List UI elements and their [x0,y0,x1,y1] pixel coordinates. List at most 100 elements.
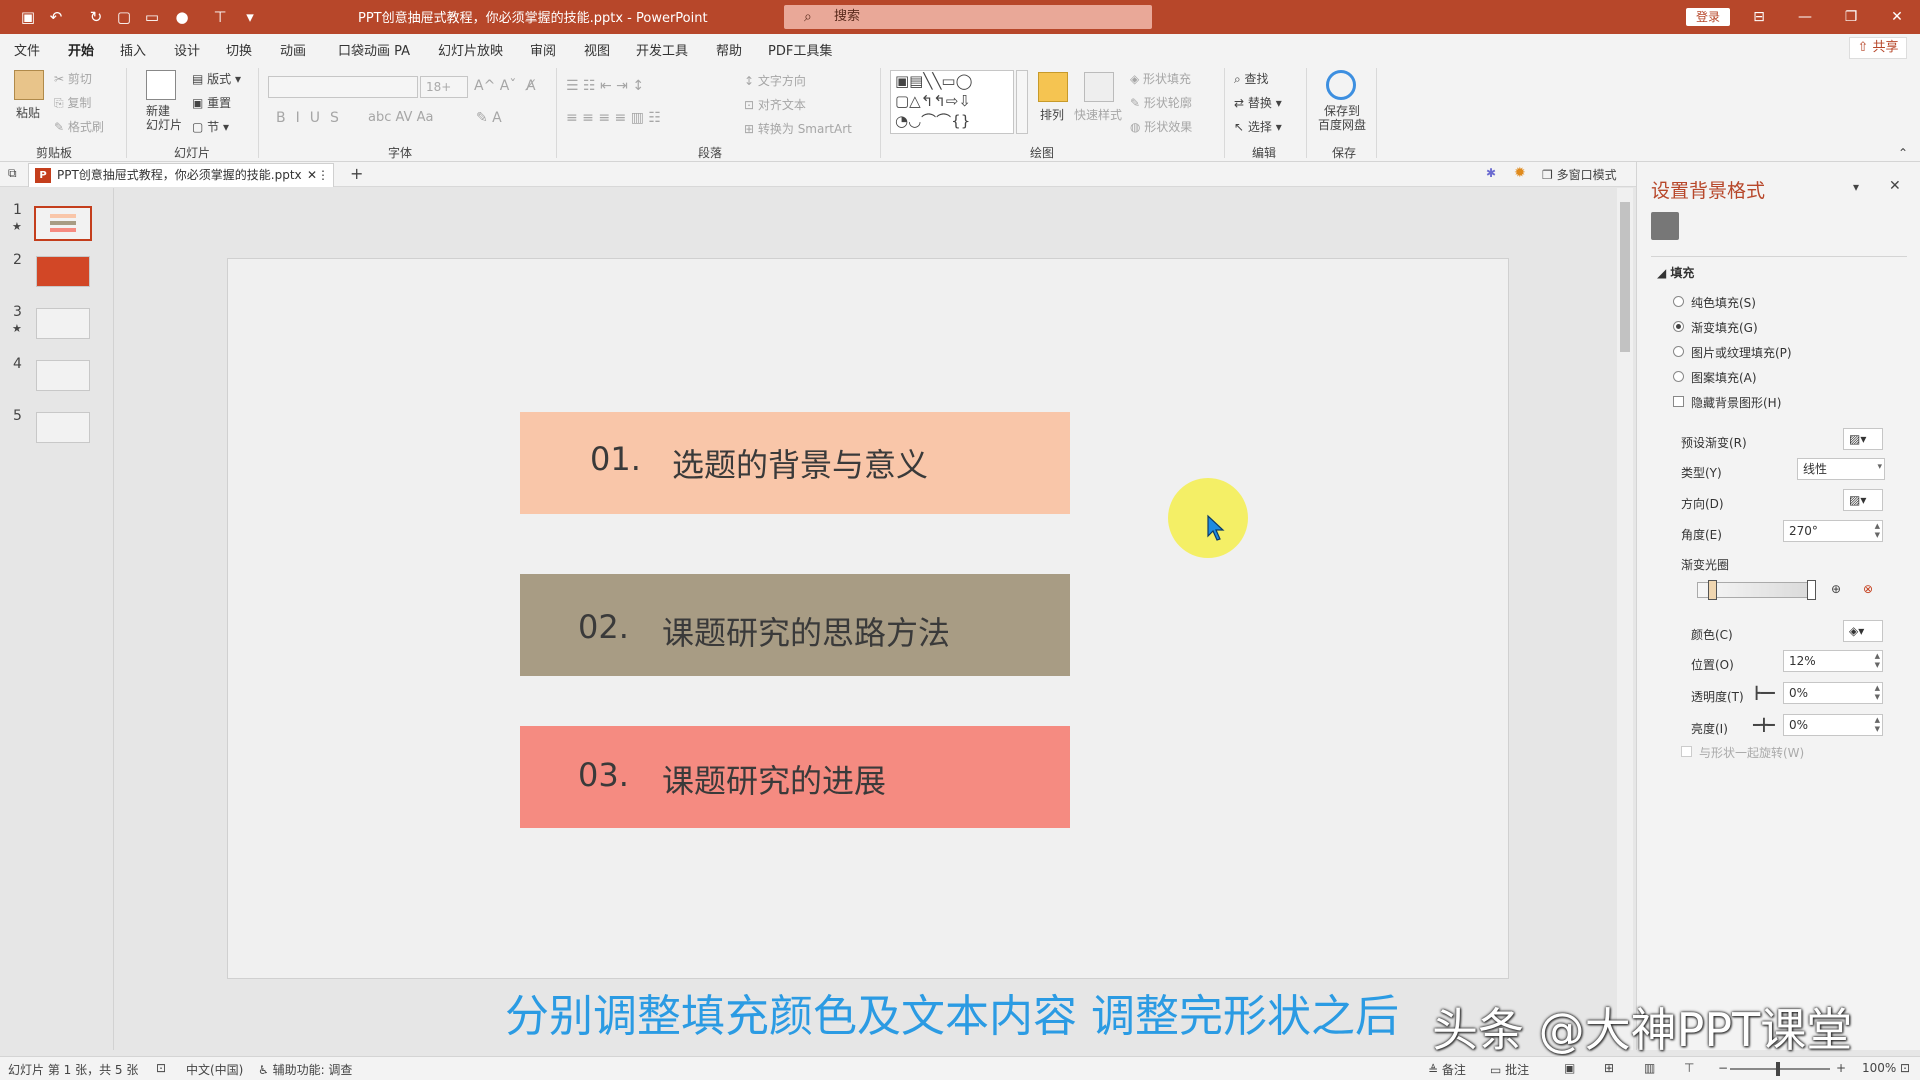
pattern-fill-radio[interactable] [1673,371,1684,382]
text-direction-button[interactable]: ↕ 文字方向 [744,72,806,89]
fill-section-header[interactable]: ◢ 填充 [1657,264,1694,281]
comments-button[interactable]: ▭ 批注 [1490,1061,1529,1078]
char-spacing-icon[interactable]: abc AV Aa [368,110,433,125]
save-icon[interactable]: ▣ [18,7,38,27]
shapes-gallery[interactable]: ▣▤╲╲▭◯ ▢△↰↰⇨⇩ ◔◡⌒⌒{} [890,70,1014,134]
settings-gear-icon[interactable]: ✹ [1514,165,1526,181]
find-button[interactable]: ⌕ 查找 [1234,70,1269,87]
gradient-stop-handle[interactable] [1708,580,1717,600]
brightness-input[interactable]: 0% ▲ ▼ [1783,714,1883,736]
direction-button[interactable]: ▨▾ [1843,489,1883,511]
menu-review[interactable]: 审阅 [530,40,556,59]
shape-fill-button[interactable]: ◈ 形状填充 [1130,70,1191,87]
color-picker-button[interactable]: ◈▾ [1843,620,1883,642]
zoom-level[interactable]: 100% [1862,1061,1896,1075]
zoom-out-icon[interactable]: − [1718,1061,1728,1075]
menu-slideshow[interactable]: 幻灯片放映 [438,40,503,59]
reset-button[interactable]: ▣ 重置 [192,94,231,111]
layout-button[interactable]: ▤ 版式 ▾ [192,70,241,87]
close-tab-icon[interactable]: ✕ [307,164,317,186]
new-slide-button[interactable]: 新建 幻灯片 [146,104,182,132]
grow-font-icon[interactable]: A^ Aˇ [474,78,516,94]
convert-smartart-button[interactable]: ⊞ 转换为 SmartArt [744,120,852,137]
tab-menu-icon[interactable]: ⋮ [317,164,329,186]
ribbon-display-icon[interactable]: ⊟ [1744,6,1774,28]
quick-styles-icon[interactable] [1084,72,1114,102]
preset-gradient-button[interactable]: ▨▾ [1843,428,1883,450]
slide-thumbnail-1[interactable] [34,206,92,241]
paste-icon[interactable] [14,70,44,100]
notes-button[interactable]: ≜ 备注 [1428,1061,1466,1078]
tab-list-icon[interactable]: ⧉ [8,166,17,181]
slide-thumbnail-2[interactable] [36,256,90,287]
brightness-slider[interactable]: ━╋━ [1753,718,1775,732]
select-button[interactable]: ↖ 选择 ▾ [1234,118,1282,135]
type-select[interactable]: 线性 ▾ [1797,458,1885,480]
zoom-in-icon[interactable]: + [1836,1061,1846,1075]
transparency-slider[interactable]: ┣━━ [1753,686,1775,700]
normal-view-icon[interactable]: ▣ [1564,1061,1575,1075]
arrange-icon[interactable] [1038,72,1068,102]
pane-close-icon[interactable]: ✕ [1889,178,1901,194]
add-stop-icon[interactable]: ⊕ [1831,582,1841,596]
font-style-icons[interactable]: BIUS [276,110,349,126]
undo-icon[interactable]: ↶ [46,7,66,27]
angle-input[interactable]: 270° ▲ ▼ [1783,520,1883,542]
align-text-button[interactable]: ⊡ 对齐文本 [744,96,806,113]
menu-pdf-tools[interactable]: PDF工具集 [768,40,832,59]
rotate-with-shape-checkbox[interactable] [1681,746,1692,757]
save-to-baidu-button[interactable]: 保存到 百度网盘 [1318,104,1366,132]
fill-category-icon[interactable] [1651,212,1679,240]
new-tab-icon[interactable]: + [350,164,363,183]
canvas-scrollbar[interactable] [1617,188,1633,1050]
picture-fill-radio[interactable] [1673,346,1684,357]
copy-button[interactable]: ⎘ 复制 [54,94,91,111]
solid-fill-radio[interactable] [1673,296,1684,307]
customize-qat-icon[interactable]: ▾ [240,7,260,27]
format-painter-button[interactable]: ✎ 格式刷 [54,118,104,135]
agenda-bar-3[interactable]: 03. 课题研究的进展 [520,726,1070,828]
remove-stop-icon[interactable]: ⊗ [1863,582,1873,596]
slideshow-icon[interactable]: ⊤ [1684,1061,1694,1075]
quick-styles-button[interactable]: 快速样式 [1074,106,1122,123]
record-icon[interactable]: ● [172,7,192,27]
accessibility-status[interactable]: ♿ 辅助功能: 调查 [258,1061,352,1078]
section-button[interactable]: ▢ 节 ▾ [192,118,229,135]
cut-button[interactable]: ✂ 剪切 [54,70,92,87]
zoom-slider-thumb[interactable] [1776,1062,1780,1076]
pin-icon[interactable]: ✱ [1486,166,1496,180]
document-tab[interactable]: P PPT创意抽屉式教程，你必须掌握的技能.pptx ✕ ⋮ [28,163,334,187]
spelling-icon[interactable]: ⊡ [156,1061,166,1075]
font-name-select[interactable] [268,76,418,98]
present-icon[interactable]: ⊤ [210,7,230,27]
menu-animations[interactable]: 动画 [280,40,306,59]
baidu-cloud-icon[interactable] [1326,70,1356,100]
menu-help[interactable]: 帮助 [716,40,742,59]
zoom-slider[interactable] [1730,1062,1830,1076]
reading-view-icon[interactable]: ▥ [1644,1061,1655,1075]
font-size-select[interactable]: 18+ [420,76,468,98]
replace-button[interactable]: ⇄ 替换 ▾ [1234,94,1282,111]
hide-bg-checkbox[interactable] [1673,396,1684,407]
shape-effects-button[interactable]: ◍ 形状效果 [1130,118,1192,135]
paste-button[interactable]: 粘贴 [16,104,40,121]
font-color-icon[interactable]: ✎ A [476,110,502,126]
arrange-button[interactable]: 排列 [1040,106,1064,123]
agenda-bar-2[interactable]: 02. 课题研究的思路方法 [520,574,1070,676]
menu-insert[interactable]: 插入 [120,40,146,59]
gallery-scroll[interactable] [1016,70,1028,134]
menu-developer[interactable]: 开发工具 [636,40,688,59]
slide-thumbnail-4[interactable] [36,360,90,391]
restore-icon[interactable]: ❐ [1836,6,1866,28]
menu-transitions[interactable]: 切换 [226,40,252,59]
gradient-fill-radio[interactable] [1673,321,1684,332]
new-slide-icon[interactable] [146,70,176,100]
menu-view[interactable]: 视图 [584,40,610,59]
collapse-ribbon-icon[interactable]: ⌃ [1898,146,1908,160]
redo-icon[interactable]: ↻ [86,7,106,27]
bullets-icon[interactable]: ☰ ☷ ⇤ ⇥ ↕ [566,78,644,94]
transparency-input[interactable]: 0% ▲ ▼ [1783,682,1883,704]
multi-window-button[interactable]: ❐ 多窗口模式 [1542,166,1617,183]
fit-slide-icon[interactable]: ⊡ [1900,1061,1910,1075]
position-input[interactable]: 12% ▲ ▼ [1783,650,1883,672]
